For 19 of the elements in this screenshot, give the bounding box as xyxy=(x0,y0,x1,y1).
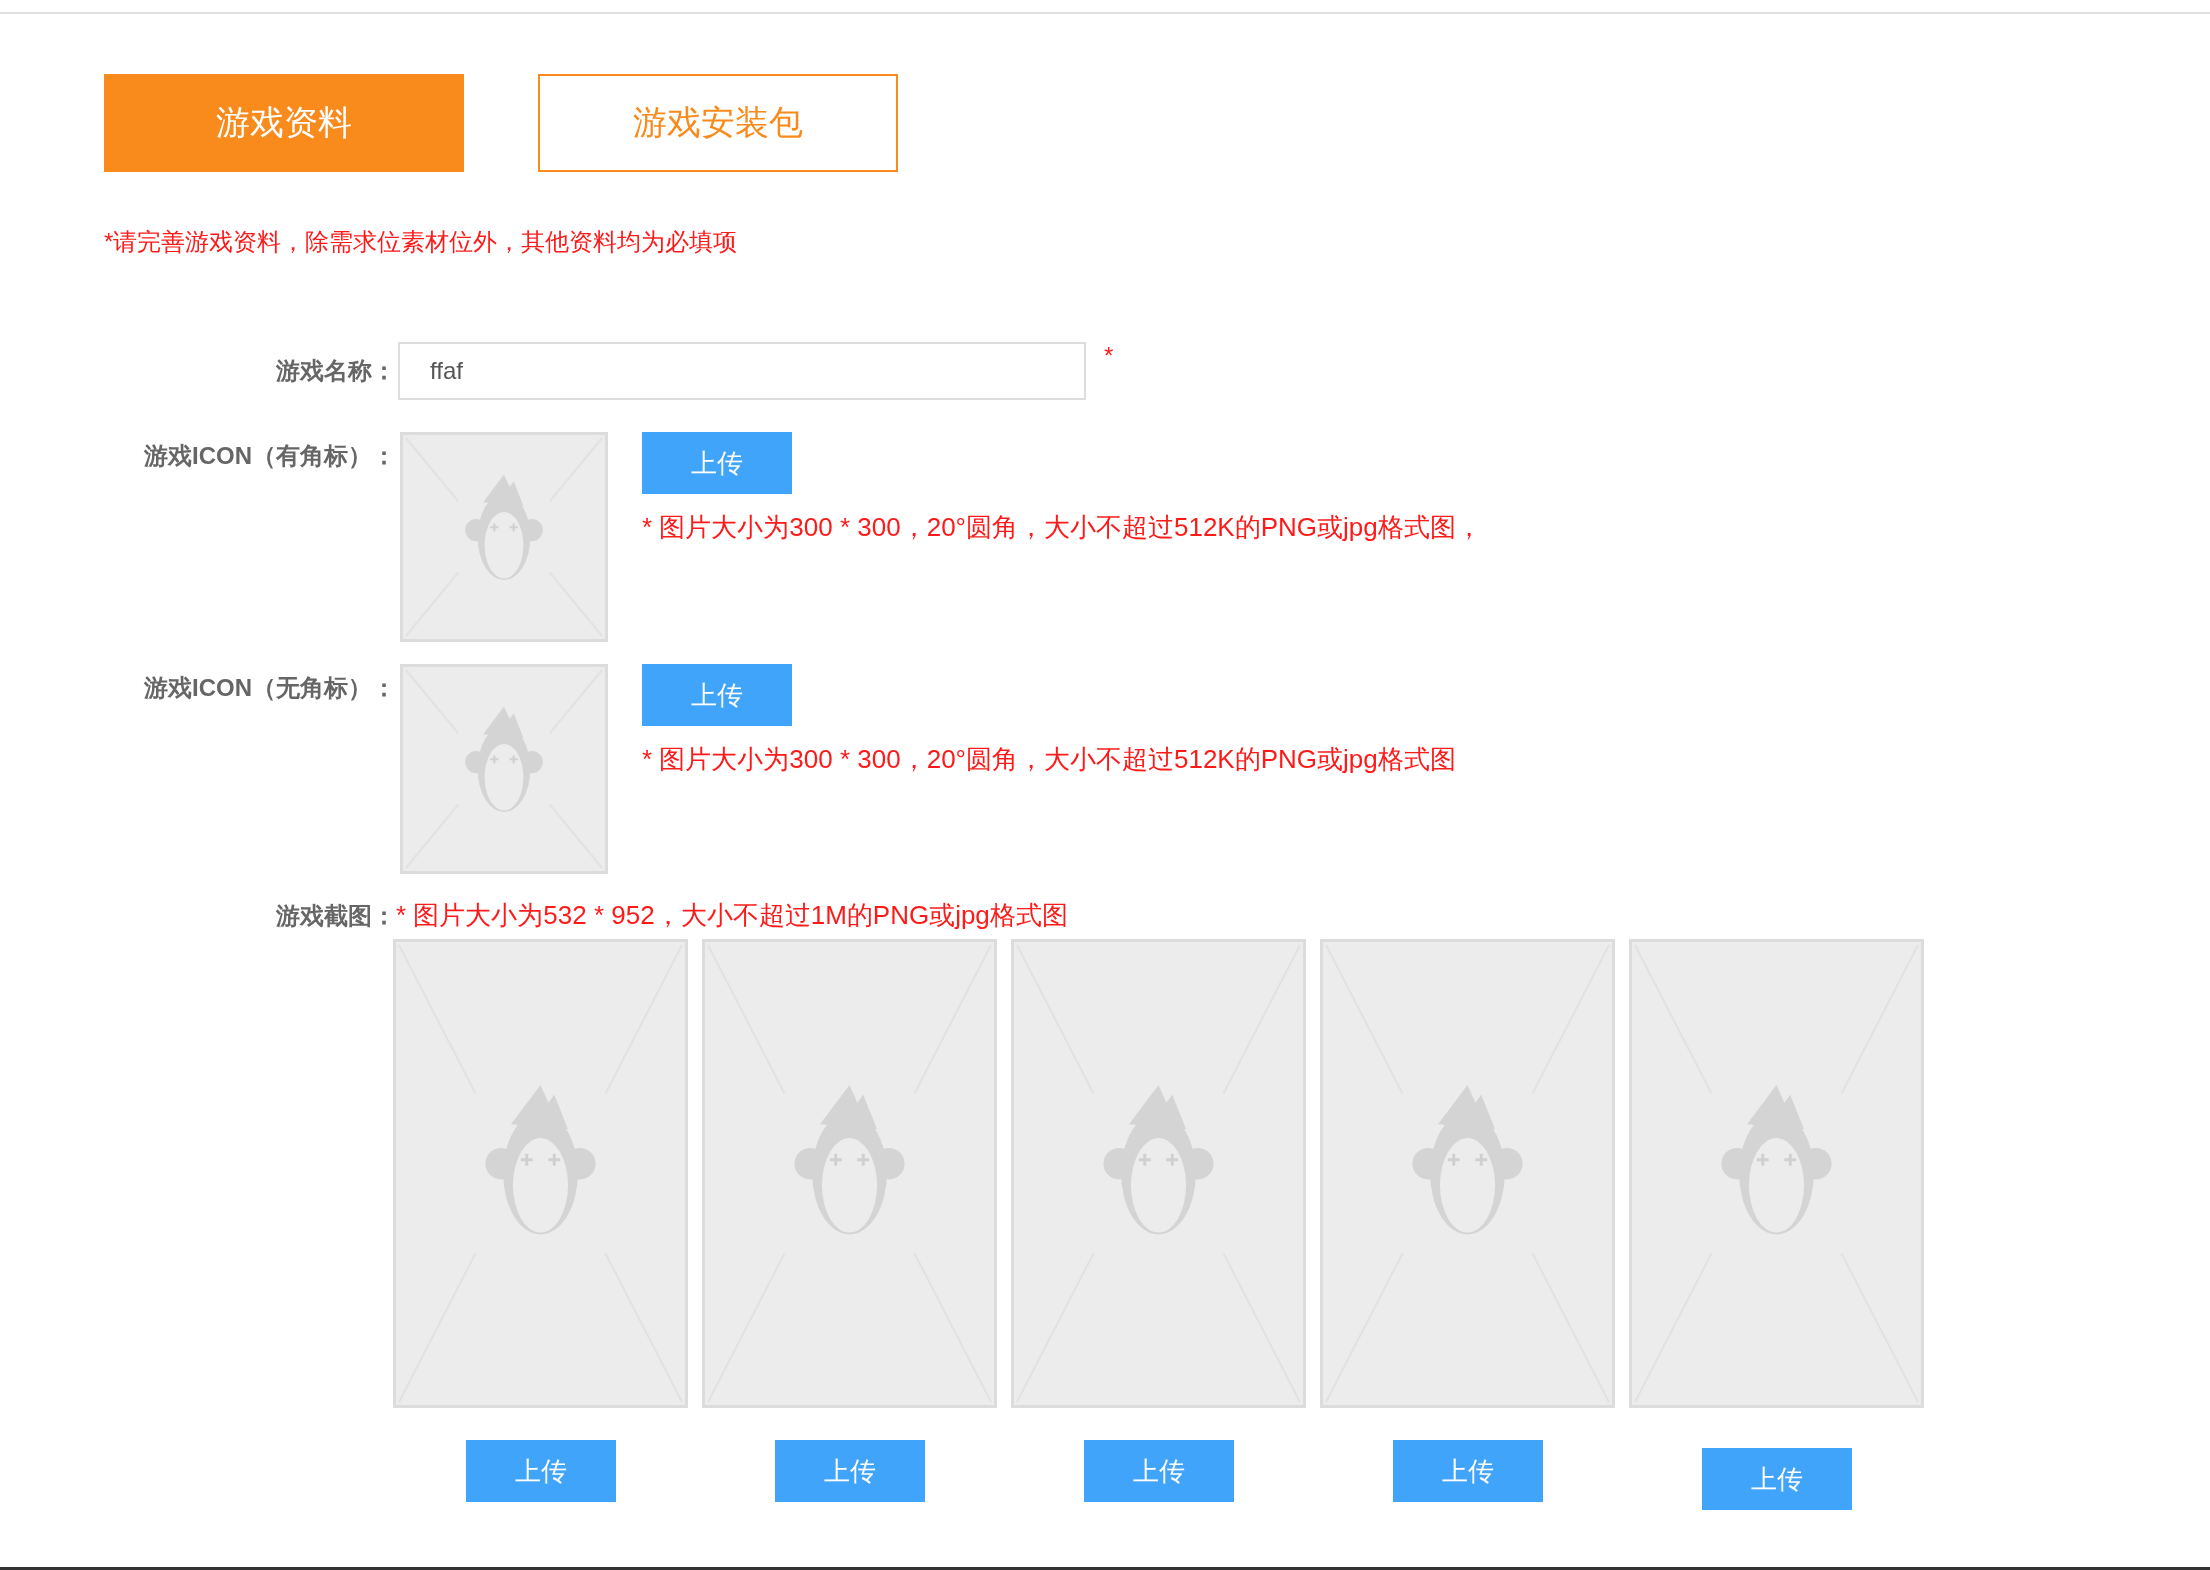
field-label: 游戏ICON（有角标）： xyxy=(143,441,396,471)
upload-button[interactable]: 上传 xyxy=(642,664,792,726)
upload-button[interactable]: 上传 xyxy=(465,1440,616,1502)
game-name-field[interactable]: ffaf xyxy=(398,342,1086,400)
required-mark: * xyxy=(1104,342,1114,370)
upload-hint: * 图片大小为532 * 952，大小不超过1M的PNG或jpg格式图 xyxy=(396,899,1068,932)
field-label: 游戏ICON（无角标）： xyxy=(143,673,396,703)
required-notice: *请完善游戏资料，除需求位素材位外，其他资料均为必填项 xyxy=(104,227,739,257)
tab[interactable]: 游戏资料 xyxy=(104,74,464,172)
upload-button[interactable]: 上传 xyxy=(642,432,792,494)
upload-button[interactable]: 上传 xyxy=(1701,1448,1852,1510)
upload-button[interactable]: 上传 xyxy=(1083,1440,1234,1502)
upload-button[interactable]: 上传 xyxy=(774,1440,925,1502)
upload-hint: * 图片大小为300 * 300，20°圆角，大小不超过512K的PNG或jpg格式图， xyxy=(642,511,1482,544)
upload-hint: * 图片大小为300 * 300，20°圆角，大小不超过512K的PNG或jpg格式图 xyxy=(642,743,1456,776)
tab[interactable]: 游戏安装包 xyxy=(538,74,898,172)
field-label: 游戏名称： xyxy=(275,356,396,386)
field-label: 游戏截图： xyxy=(275,900,396,931)
upload-button[interactable]: 上传 xyxy=(1392,1440,1543,1502)
